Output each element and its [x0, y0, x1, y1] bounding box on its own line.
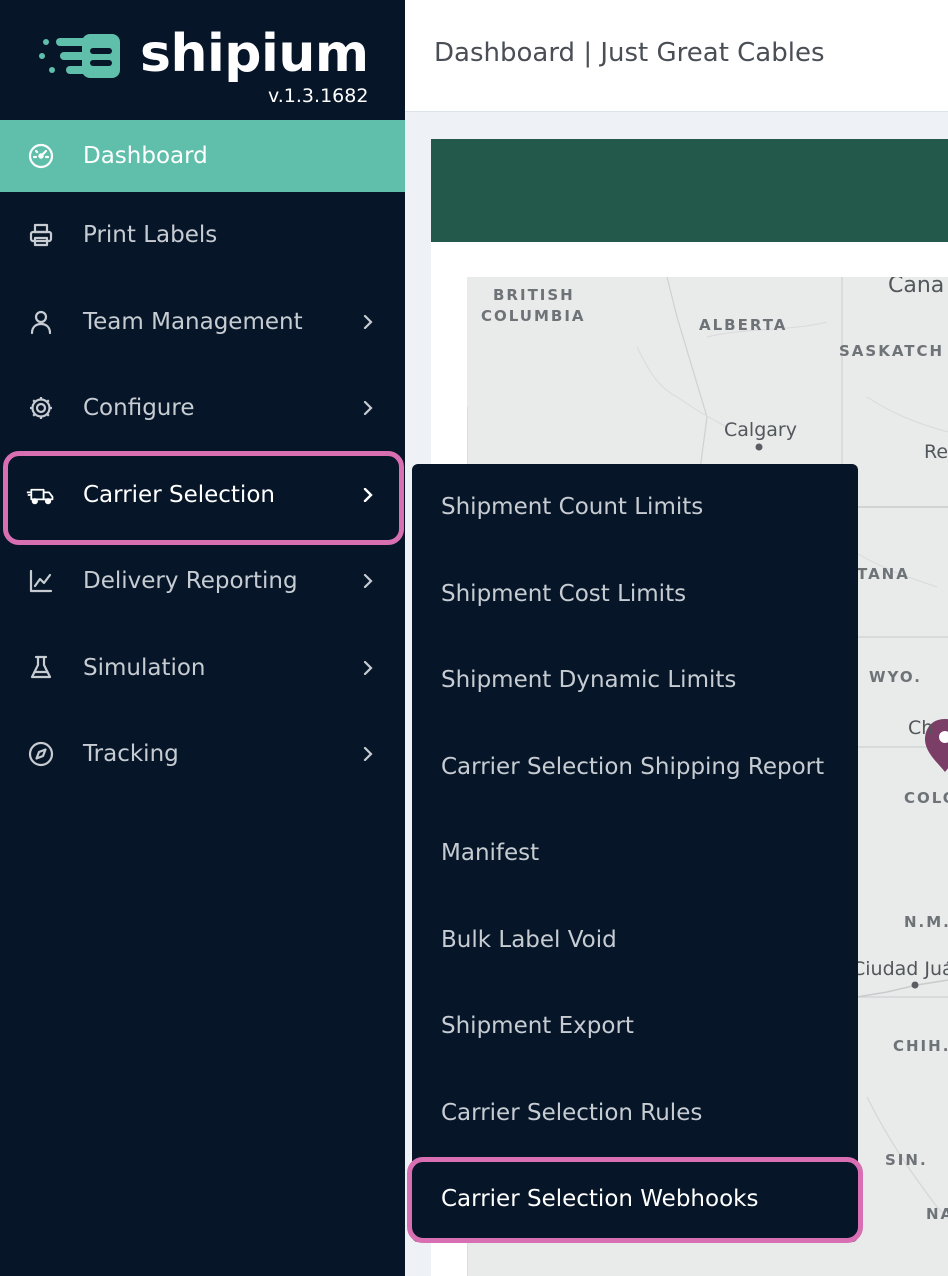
map-label: ALBERTA: [699, 316, 788, 334]
map-label: CHIH.: [893, 1037, 948, 1055]
sidebar-item-label: Simulation: [83, 654, 206, 681]
chevron-right-icon: [363, 314, 373, 329]
sidebar-nav: Dashboard Print Labels Team Management C…: [0, 120, 405, 798]
truck-icon: [26, 480, 56, 510]
sidebar-item-label: Team Management: [83, 308, 303, 335]
gear-icon: [26, 393, 56, 423]
page-title: Dashboard | Just Great Cables: [434, 38, 825, 68]
chevron-right-icon: [363, 487, 373, 502]
submenu-item-bulk-label-void[interactable]: Bulk Label Void: [412, 897, 858, 984]
map-label: COLO: [904, 789, 948, 807]
carrier-selection-submenu: Shipment Count Limits Shipment Cost Limi…: [412, 464, 858, 1242]
calgary-dot: [755, 443, 763, 451]
chart-line-icon: [26, 566, 56, 596]
sidebar-item-label: Tracking: [83, 741, 179, 768]
sidebar-item-simulation[interactable]: Simulation: [0, 625, 405, 712]
submenu-item-carrier-selection-webhooks[interactable]: Carrier Selection Webhooks: [412, 1156, 858, 1243]
top-header: Dashboard | Just Great Cables: [405, 0, 948, 112]
map-label: Ch: [908, 717, 934, 739]
map-label: Ciudad Juá: [852, 958, 948, 980]
brand-name: shipium: [140, 24, 369, 84]
map-label: Re: [924, 441, 948, 463]
map-label: BRITISH: [493, 286, 575, 304]
shipium-logo[interactable]: shipium v.1.3.1682: [38, 24, 369, 110]
sidebar: shipium v.1.3.1682 Dashboard Print Label…: [0, 0, 405, 1276]
map-label: Calgary: [724, 419, 797, 441]
sidebar-item-team-management[interactable]: Team Management: [0, 279, 405, 366]
submenu-item-shipment-cost-limits[interactable]: Shipment Cost Limits: [412, 551, 858, 638]
submenu-item-shipment-dynamic-limits[interactable]: Shipment Dynamic Limits: [412, 637, 858, 724]
sidebar-item-tracking[interactable]: Tracking: [0, 711, 405, 798]
map-label: NA: [926, 1205, 948, 1223]
submenu-item-shipment-export[interactable]: Shipment Export: [412, 983, 858, 1070]
map-label: TANA: [857, 565, 910, 583]
map-label: COLUMBIA: [481, 307, 586, 325]
submenu-item-shipment-count-limits[interactable]: Shipment Count Limits: [412, 464, 858, 551]
chevron-right-icon: [363, 401, 373, 416]
map-label: Cana: [888, 277, 945, 298]
submenu-item-carrier-selection-rules[interactable]: Carrier Selection Rules: [412, 1070, 858, 1157]
juarez-dot: [911, 981, 919, 989]
card-header: [431, 139, 948, 242]
chevron-right-icon: [363, 574, 373, 589]
sidebar-item-print-labels[interactable]: Print Labels: [0, 192, 405, 279]
printer-icon: [26, 220, 56, 250]
flask-icon: [26, 653, 56, 683]
map-label: WYO.: [869, 668, 922, 686]
sidebar-item-dashboard[interactable]: Dashboard: [0, 120, 405, 192]
map-label: SASKATCH: [839, 342, 945, 360]
sidebar-item-label: Dashboard: [83, 143, 208, 169]
app-version: v.1.3.1682: [268, 85, 369, 107]
map-label: N.M.: [904, 913, 948, 931]
sidebar-item-delivery-reporting[interactable]: Delivery Reporting: [0, 538, 405, 625]
map-label: SIN.: [885, 1151, 928, 1169]
sidebar-item-label: Carrier Selection: [83, 481, 275, 508]
sidebar-item-carrier-selection[interactable]: Carrier Selection: [0, 452, 405, 539]
sidebar-item-label: Configure: [83, 395, 195, 422]
chevron-right-icon: [363, 747, 373, 762]
submenu-item-shipping-report[interactable]: Carrier Selection Shipping Report: [412, 724, 858, 811]
user-icon: [26, 307, 56, 337]
compass-icon: [26, 739, 56, 769]
speedometer-icon: [26, 141, 56, 171]
sidebar-item-configure[interactable]: Configure: [0, 365, 405, 452]
chevron-right-icon: [363, 660, 373, 675]
submenu-item-manifest[interactable]: Manifest: [412, 810, 858, 897]
shipium-logo-icon: [39, 34, 120, 78]
sidebar-item-label: Print Labels: [83, 222, 218, 249]
sidebar-item-label: Delivery Reporting: [83, 568, 298, 595]
